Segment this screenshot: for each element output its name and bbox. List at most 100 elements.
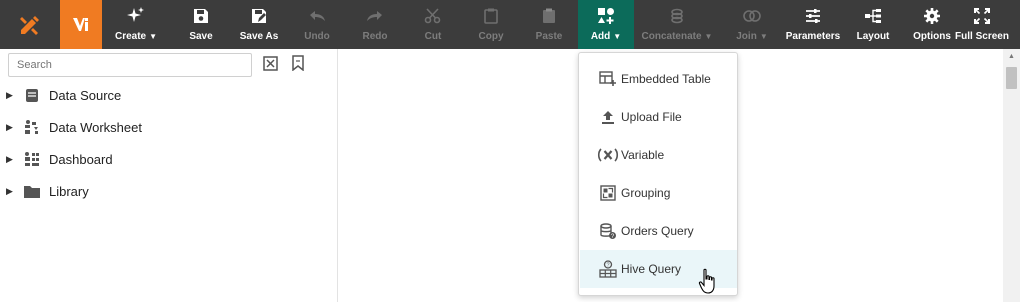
join-icon [743, 10, 761, 22]
expand-arrow-icon[interactable]: ▶ [6, 122, 16, 133]
undo-button[interactable]: Undo [296, 0, 338, 49]
scrollbar-thumb[interactable] [1006, 67, 1017, 89]
concatenate-label: Concatenate [641, 31, 702, 42]
expand-arrow-icon[interactable]: ▶ [6, 154, 16, 165]
menu-item-grouping[interactable]: Grouping [580, 174, 737, 212]
sliders-icon [806, 9, 820, 23]
create-button[interactable]: Create ▼ [107, 0, 165, 49]
vi-logo[interactable] [60, 0, 102, 49]
undo-icon [310, 11, 325, 21]
copy-button[interactable]: Copy [470, 0, 512, 49]
folder-icon [24, 185, 40, 198]
fullscreen-icon [974, 8, 990, 24]
vertical-scrollbar[interactable]: ▲ [1003, 49, 1020, 302]
scroll-up-arrow-icon[interactable]: ▲ [1003, 51, 1020, 61]
undo-label: Undo [304, 31, 330, 42]
paste-button[interactable]: Paste [528, 0, 570, 49]
menu-item-label: Orders Query [621, 224, 694, 238]
cut-button[interactable]: Cut [412, 0, 454, 49]
asset-tree-panel: ▶ Data Source ▶ Data Worksheet ▶ Dashboa… [0, 49, 338, 302]
dashboard-icon [25, 152, 39, 166]
main-toolbar: Create▼ Save Save As Undo Redo Cut Copy [0, 0, 1020, 49]
bookmark-button[interactable] [290, 54, 306, 72]
tree-item-data-worksheet[interactable]: ▶ Data Worksheet [6, 116, 142, 138]
save-button[interactable]: Save [180, 0, 222, 49]
chevron-down-icon: ▼ [759, 32, 768, 41]
app-window: Create▼ Save Save As Undo Redo Cut Copy [0, 0, 1020, 302]
full-screen-button[interactable]: Full Screen [954, 0, 1010, 49]
tree-item-label: Data Worksheet [49, 119, 142, 135]
database-query-icon: ? [600, 223, 616, 240]
menu-item-label: Embedded Table [621, 72, 711, 86]
save-icon [194, 9, 208, 23]
search-input[interactable] [8, 53, 252, 77]
expand-arrow-icon[interactable]: ▶ [6, 90, 16, 101]
tree-item-label: Data Source [49, 87, 122, 103]
upload-icon [602, 111, 614, 124]
clear-search-button[interactable] [262, 54, 278, 72]
close-box-icon [262, 55, 278, 71]
chevron-down-icon: ▼ [704, 32, 713, 41]
scissors-icon [424, 8, 441, 24]
vi-logo-icon [73, 17, 88, 31]
tree-item-data-source[interactable]: ▶ Data Source [6, 84, 121, 106]
menu-item-variable[interactable]: Variable [580, 136, 737, 174]
embedded-table-icon [599, 71, 616, 86]
menu-item-label: Upload File [621, 110, 682, 124]
sparkles-icon [127, 7, 144, 22]
tree-item-label: Dashboard [49, 151, 113, 167]
add-shapes-icon [598, 8, 614, 24]
copy-icon [484, 8, 498, 24]
create-label: Create [114, 31, 147, 42]
menu-item-orders-query[interactable]: ? Orders Query [580, 212, 737, 250]
join-label: Join [736, 31, 757, 42]
menu-item-upload-file[interactable]: Upload File [580, 98, 737, 136]
app-logo[interactable] [0, 0, 60, 49]
hand-pointer-cursor-icon [698, 268, 715, 294]
redo-icon [367, 11, 382, 21]
options-button[interactable]: Options [911, 0, 953, 49]
add-button[interactable]: Add ▼ [578, 0, 634, 49]
options-label: Options [913, 31, 951, 42]
concatenate-button[interactable]: Concatenate ▼ [638, 0, 716, 49]
pencil-ruler-icon [20, 15, 39, 35]
parameters-button[interactable]: Parameters [784, 0, 842, 49]
grouping-icon [600, 185, 616, 201]
layout-tree-icon [865, 9, 881, 23]
save-label: Save [189, 31, 213, 42]
paste-label: Paste [535, 31, 563, 42]
expand-arrow-icon[interactable]: ▶ [6, 186, 16, 197]
chevron-down-icon: ▼ [149, 32, 158, 41]
chevron-down-icon: ▼ [613, 32, 622, 41]
copy-label: Copy [478, 31, 504, 42]
paste-icon [543, 8, 555, 23]
variable-icon [597, 148, 619, 162]
menu-item-label: Grouping [621, 186, 671, 200]
full-screen-label: Full Screen [955, 31, 1009, 42]
save-as-icon [252, 9, 266, 23]
menu-item-label: Hive Query [621, 262, 682, 276]
svg-text:?: ? [606, 263, 609, 269]
menu-item-embedded-table[interactable]: Embedded Table [580, 60, 737, 98]
layout-button[interactable]: Layout [852, 0, 894, 49]
layout-label: Layout [856, 31, 890, 42]
join-button[interactable]: Join ▼ [726, 0, 778, 49]
concatenate-icon [671, 8, 683, 24]
add-dropdown-menu: Embedded Table Upload File Variable Grou… [578, 52, 738, 296]
save-as-button[interactable]: Save As [235, 0, 283, 49]
parameters-label: Parameters [785, 31, 841, 42]
tree-item-library[interactable]: ▶ Library [6, 180, 89, 202]
tree-item-dashboard[interactable]: ▶ Dashboard [6, 148, 113, 170]
worksheet-icon [25, 120, 38, 134]
tree-item-label: Library [49, 183, 89, 199]
bookmark-icon [292, 55, 304, 71]
gear-icon [924, 8, 940, 24]
menu-item-label: Variable [621, 148, 665, 162]
redo-button[interactable]: Redo [354, 0, 396, 49]
database-icon [26, 88, 38, 102]
add-label: Add [590, 31, 611, 42]
redo-label: Redo [362, 31, 388, 42]
hive-query-icon: ? [599, 260, 617, 278]
save-as-label: Save As [239, 31, 279, 42]
cut-label: Cut [424, 31, 442, 42]
